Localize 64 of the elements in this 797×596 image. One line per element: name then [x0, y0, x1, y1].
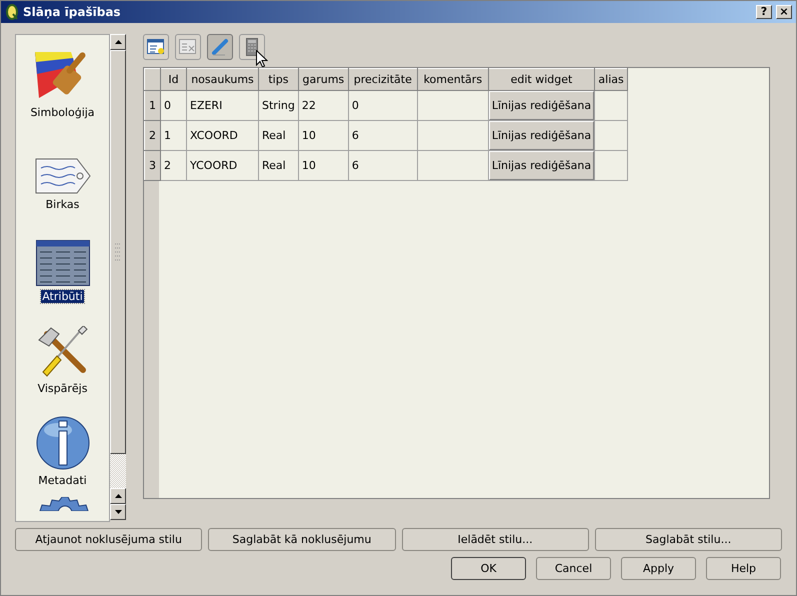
help-button[interactable]: ? — [756, 5, 772, 19]
dialog-button[interactable]: OK — [451, 557, 526, 580]
sidebar-item[interactable]: Metadati — [37, 474, 88, 487]
toolbar-button[interactable] — [143, 34, 169, 60]
table-icon — [36, 240, 90, 286]
column-header[interactable]: garums — [298, 68, 348, 90]
sidebar-item[interactable]: Simboloģija — [29, 106, 96, 119]
dialog-button[interactable]: Cancel — [536, 557, 611, 580]
app-icon — [5, 4, 19, 20]
table-cell: 2 — [160, 150, 186, 180]
column-header[interactable]: tips — [258, 68, 298, 90]
style-button[interactable]: Ielādēt stilu... — [402, 528, 589, 551]
column-header[interactable]: alias — [594, 68, 628, 90]
scrollbar-thumb[interactable] — [110, 50, 126, 454]
style-button[interactable]: Atjaunot noklusējuma stilu — [15, 528, 202, 551]
column-header[interactable]: komentārs — [417, 68, 488, 90]
column-header[interactable]: Id — [160, 68, 186, 90]
new-table-icon — [147, 39, 165, 55]
dialog-button[interactable]: Apply — [621, 557, 696, 580]
close-button[interactable]: × — [776, 5, 792, 19]
table-cell: EZERI — [186, 90, 258, 120]
column-header[interactable]: edit widget — [488, 68, 595, 90]
table-cell: XCOORD — [186, 120, 258, 150]
table-cell: 0 — [160, 90, 186, 120]
table-cell: 6 — [348, 150, 418, 180]
column-header[interactable]: precizitāte — [348, 68, 418, 90]
info-icon — [36, 416, 90, 470]
edit-widget-button[interactable]: Līnijas rediģēšana — [488, 121, 594, 150]
up-arrow-icon — [114, 494, 122, 498]
table-cell: Real — [258, 120, 298, 150]
edit-widget-button[interactable]: Līnijas rediģēšana — [488, 151, 594, 180]
cursor-icon — [256, 50, 268, 68]
column-header[interactable]: nosaukums — [186, 68, 258, 90]
table-cell: 10 — [298, 150, 348, 180]
scroll-up-button[interactable] — [110, 488, 126, 504]
table-cell: 22 — [298, 90, 348, 120]
row-header[interactable]: 3 — [144, 150, 160, 180]
sidebar-item[interactable]: Birkas — [44, 198, 80, 211]
row-header[interactable]: 1 — [144, 90, 160, 120]
table-cell: YCOORD — [186, 150, 258, 180]
tag-icon — [34, 158, 90, 194]
style-button[interactable]: Saglabāt kā noklusējumu — [208, 528, 396, 551]
scroll-down-button[interactable] — [110, 504, 126, 520]
down-arrow-icon — [114, 510, 122, 514]
table-cell: 6 — [348, 120, 418, 150]
corner-header — [144, 68, 160, 90]
sidebar-item[interactable]: Atribūti — [41, 290, 84, 303]
sidebar-item[interactable]: Vispārējs — [36, 382, 88, 395]
style-button[interactable]: Saglabāt stilu... — [594, 528, 782, 551]
dialog-button[interactable]: Help — [706, 557, 781, 580]
table-cell: 10 — [298, 120, 348, 150]
scroll-up-button[interactable] — [110, 34, 126, 50]
table-cell: 1 — [160, 120, 186, 150]
calculator-icon — [246, 38, 258, 56]
up-arrow-icon — [114, 40, 122, 44]
row-header[interactable]: 2 — [144, 120, 160, 150]
edit-widget-button[interactable]: Līnijas rediģēšana — [488, 91, 594, 120]
table-cell: String — [258, 90, 298, 120]
table-cell: 0 — [348, 90, 418, 120]
hammer-screwdriver-icon — [36, 326, 88, 378]
pencil-icon — [211, 38, 229, 56]
delete-table-icon — [179, 39, 197, 55]
table-cell: Real — [258, 150, 298, 180]
window-title: Slāņa īpašības — [23, 5, 122, 19]
